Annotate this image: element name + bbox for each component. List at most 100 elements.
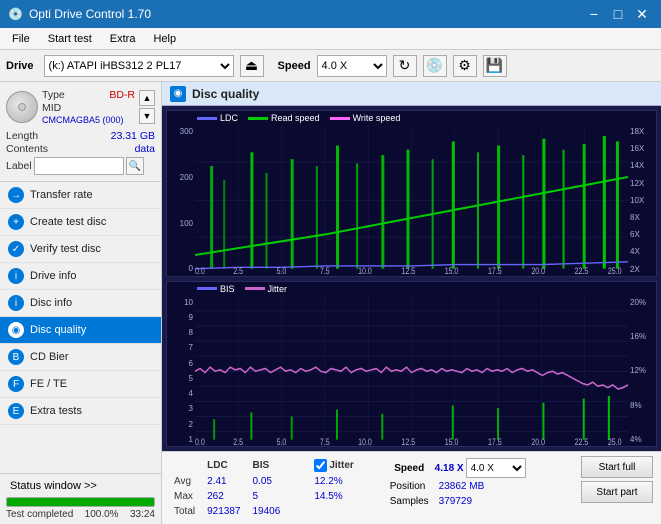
charts-area: LDC Read speed Write speed 300 [162,106,661,451]
nav-fe-te-label: FE / TE [30,378,67,390]
status-panel: Status window >> Test completed 100.0% 3… [0,473,161,524]
svg-text:2.5: 2.5 [233,436,243,446]
nav-drive-info-label: Drive info [30,270,76,282]
menu-start-test[interactable]: Start test [40,31,100,47]
extra-tests-icon: E [8,403,24,419]
chart1-yr-14x: 14X [630,161,644,170]
stats-row-max: Max 262 5 14.5% [172,490,362,503]
chart2-y-3: 3 [189,404,193,413]
stats-total-bis: 19406 [251,505,289,518]
nav-items: → Transfer rate + Create test disc ✓ Ver… [0,182,161,473]
chart2-y-6: 6 [189,359,193,368]
close-button[interactable]: ✕ [631,5,653,23]
stats-total-ldc: 921387 [205,505,248,518]
legend-ldc: LDC [197,113,238,123]
status-text-row: Test completed 100.0% 33:24 [6,509,155,520]
nav-verify-test-disc[interactable]: ✓ Verify test disc [0,236,161,263]
chart1-y-0: 0 [189,264,193,273]
speed-label: Speed [278,60,311,72]
svg-text:15.0: 15.0 [445,265,459,275]
svg-text:5.0: 5.0 [277,265,287,275]
test-completed-label: Test completed [6,509,73,520]
nav-fe-te[interactable]: F FE / TE [0,371,161,398]
menu-help[interactable]: Help [145,31,184,47]
start-part-button[interactable]: Start part [581,481,653,503]
status-window-button[interactable]: Status window >> [6,478,155,494]
drive-select[interactable]: (k:) ATAPI iHBS312 2 PL17 [44,55,234,77]
legend-read: Read speed [248,113,320,123]
label-label: Label [6,160,32,172]
nav-extra-tests[interactable]: E Extra tests [0,398,161,425]
legend-ldc-label: LDC [220,113,238,123]
maximize-button[interactable]: □ [607,5,629,23]
svg-text:0.0: 0.0 [195,436,205,446]
minimize-button[interactable]: − [583,5,605,23]
chart1-yr-6x: 6X [630,230,640,239]
nav-drive-info[interactable]: i Drive info [0,263,161,290]
start-full-button[interactable]: Start full [581,456,653,478]
svg-text:20.0: 20.0 [531,265,545,275]
svg-text:17.5: 17.5 [488,436,502,446]
type-label: Type [42,89,65,101]
chart2-y-8: 8 [189,328,193,337]
svg-text:25.0: 25.0 [608,436,622,446]
nav-disc-info[interactable]: i Disc info [0,290,161,317]
progress-bar-fill [7,498,154,506]
menu-extra[interactable]: Extra [102,31,144,47]
label-input[interactable] [34,157,124,175]
length-value: 23.31 GB [111,130,155,142]
svg-text:15.0: 15.0 [445,436,459,446]
disc-button[interactable]: 💿 [423,55,447,77]
stats-row-avg: Avg 2.41 0.05 12.2% [172,475,362,488]
menubar: File Start test Extra Help [0,28,661,50]
stats-table: LDC BIS Jitter Avg 2.4 [170,456,364,520]
nav-verify-test-label: Verify test disc [30,243,101,255]
cd-bier-icon: B [8,349,24,365]
drive-info-icon: i [8,268,24,284]
nav-create-test-disc[interactable]: + Create test disc [0,209,161,236]
nav-cd-bier[interactable]: B CD Bier [0,344,161,371]
disc-info-icon: i [8,295,24,311]
legend-bis-label: BIS [220,284,235,294]
speed-select[interactable]: 4.0 X 1.0 X 2.0 X 8.0 X [317,55,387,77]
speed-display: 4.18 X [435,463,464,474]
nav-transfer-rate[interactable]: → Transfer rate [0,182,161,209]
disc-quality-panel-icon: ◉ [170,86,186,102]
nav-disc-info-label: Disc info [30,297,72,309]
chart2-y-7: 7 [189,343,193,352]
disc-up-button[interactable]: ▲ [139,90,155,106]
jitter-checkbox[interactable] [314,459,327,472]
chart1-yr-4x: 4X [630,247,640,256]
refresh-button[interactable]: ↻ [393,55,417,77]
stats-avg-jitter: 12.2% [312,475,361,488]
eject-button[interactable]: ⏏ [240,55,264,77]
transfer-rate-icon: → [8,187,24,203]
label-search-button[interactable]: 🔍 [126,157,144,175]
disc-quality-icon: ◉ [8,322,24,338]
disc-quality-title: Disc quality [192,87,259,101]
stats-avg-bis: 0.05 [251,475,289,488]
sidebar: Type BD-R MID CMCMAGBA5 (000) ▲ ▼ Length [0,82,162,524]
mid-label: MID [42,102,61,114]
svg-text:12.5: 12.5 [401,265,415,275]
length-label: Length [6,130,38,142]
contents-label: Contents [6,143,48,155]
settings-button[interactable]: ⚙ [453,55,477,77]
nav-disc-quality-label: Disc quality [30,324,86,336]
disc-down-button[interactable]: ▼ [139,108,155,124]
contents-value: data [135,143,155,155]
speed-select-dropdown[interactable]: 4.0 X [466,458,526,478]
stats-header-jitter-cell: Jitter [312,458,361,473]
nav-disc-quality[interactable]: ◉ Disc quality [0,317,161,344]
legend-bis: BIS [197,284,235,294]
chart1-y-100: 100 [180,219,193,228]
speed-header-value: 4.18 X [435,458,464,478]
svg-text:20.0: 20.0 [531,436,545,446]
save-button[interactable]: 💾 [483,55,507,77]
stats-max-label: Max [172,490,203,503]
stats-row-total: Total 921387 19406 [172,505,362,518]
menu-file[interactable]: File [4,31,38,47]
stats-max-bis: 5 [251,490,289,503]
jitter-label: Jitter [329,460,353,471]
legend-write: Write speed [330,113,401,123]
